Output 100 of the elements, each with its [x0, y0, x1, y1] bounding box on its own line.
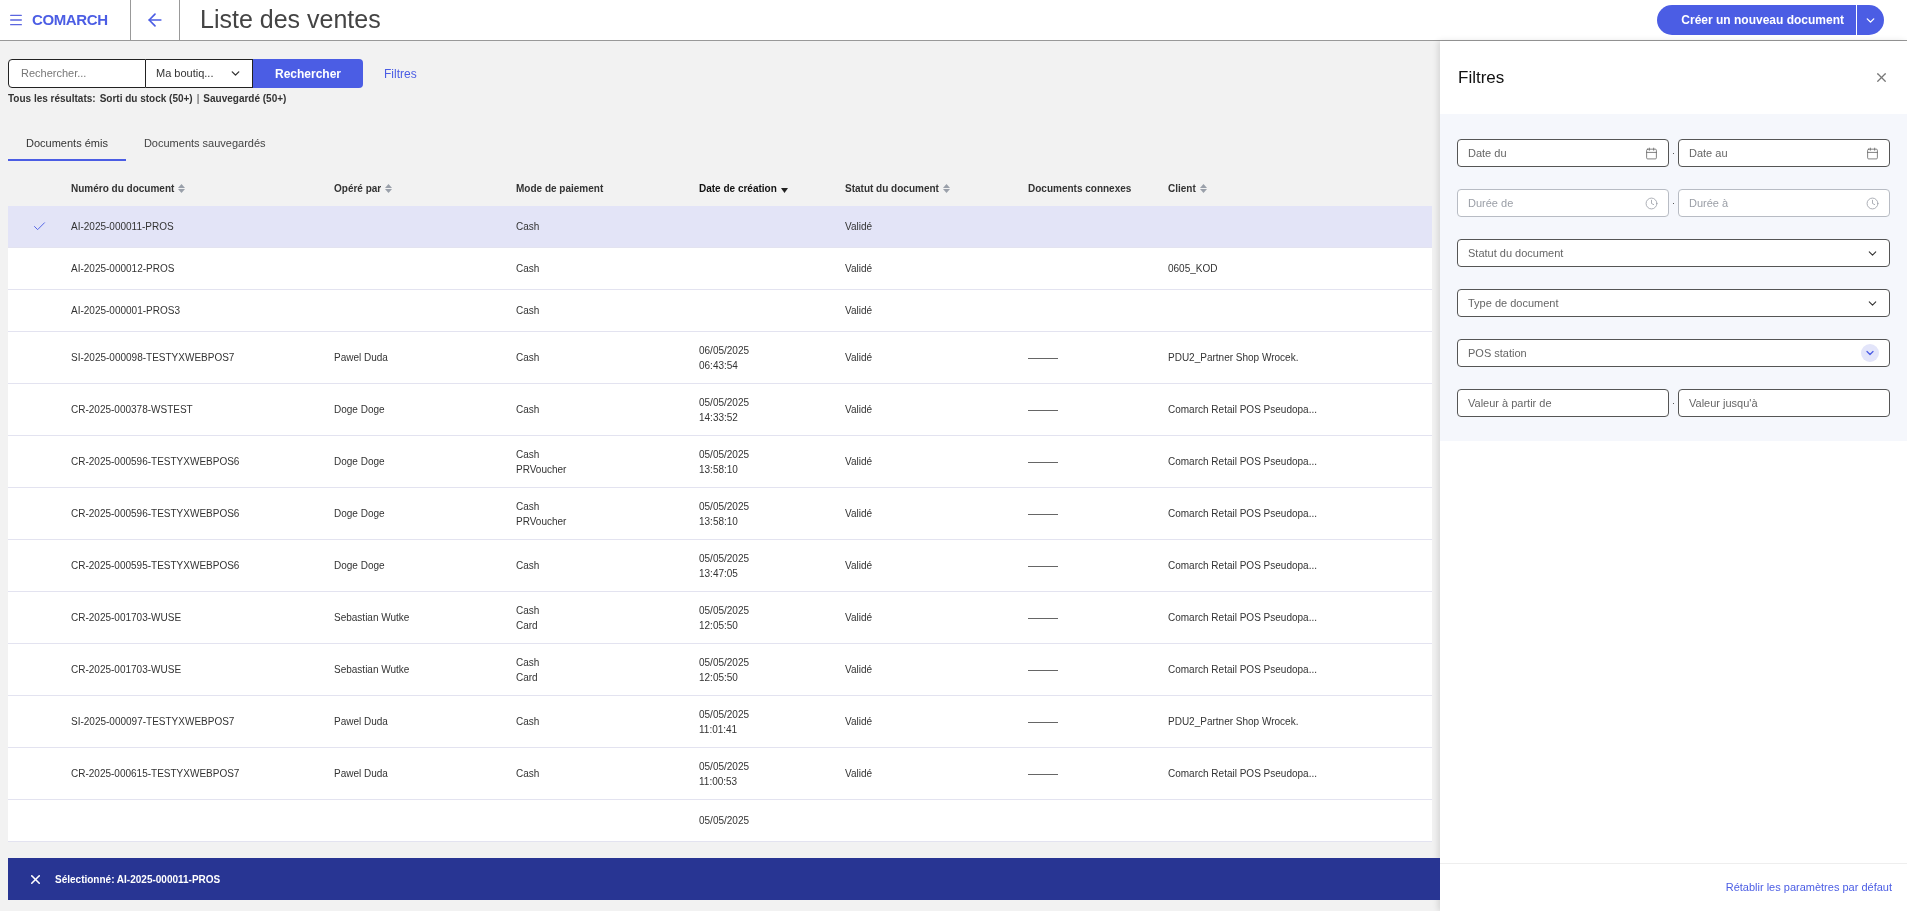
table-cell-text: CR-2025-000596-TESTYXWEBPOS6 — [71, 455, 241, 469]
table-cell-text: 05/05/2025 — [699, 814, 751, 828]
table-cell-text: PDU2_Partner Shop Wrocek. — [1168, 351, 1300, 365]
column-header[interactable]: Statut du document — [845, 180, 950, 196]
table-cell-text: Cash — [516, 403, 541, 417]
reset-defaults-link[interactable]: Rétablir les paramètres par défaut — [1725, 879, 1892, 896]
table-cell-text: Cash — [516, 715, 541, 729]
table-row[interactable]: AI-2025-000012-PROS Cash Validé 0605_KOD — [8, 248, 1432, 290]
table-cell-text: Validé — [845, 559, 874, 573]
table-cell-text: ——— — [1028, 663, 1059, 677]
table-row[interactable]: AI-2025-000001-PROS3 Cash Validé — [8, 290, 1432, 332]
menu-icon[interactable] — [8, 12, 24, 28]
table-cell-text: AI-2025-000011-PROS — [71, 220, 175, 234]
table-row[interactable]: CR-2025-000615-TESTYXWEBPOS7 Pawel Duda Cash 05/05/2025 11:00:53 Validé ——— Comarch Retail POS Pseudopa... — [8, 748, 1432, 800]
date-field[interactable]: Date du — [1457, 139, 1669, 167]
table-cell-text: 05/05/2025 12:05:50 — [699, 655, 751, 685]
calendar-icon — [1866, 146, 1879, 160]
table-cell-text: Pawel Duda — [334, 351, 389, 365]
table-cell-text: ——— — [1028, 455, 1059, 469]
chevron-down-icon — [1861, 344, 1879, 362]
table-cell-text: Validé — [845, 455, 874, 469]
table-row[interactable]: CR-2025-000595-TESTYXWEBPOS6 Doge Doge Cash 05/05/2025 13:47:05 Validé ——— Comarch Retail POS Pseudopa... — [8, 540, 1432, 592]
table-cell-text: Cash Card — [516, 655, 541, 685]
table-cell-text: Cash — [516, 767, 541, 781]
dropdown-button[interactable] — [1857, 5, 1884, 35]
search-field[interactable]: Rechercher... — [8, 59, 146, 88]
table-cell-text: Pawel Duda — [334, 767, 389, 781]
table-cell-text: 06/05/2025 06:43:54 — [699, 343, 751, 373]
table-cell-text: Comarch Retail POS Pseudopa... — [1168, 403, 1318, 417]
table-cell-text: Doge Doge — [334, 507, 386, 521]
table-row[interactable]: CR-2025-001703-WUSE Sebastian Wutke Cash Card 05/05/2025 12:05:50 Validé ——— Comarch Retail POS Pseudopa... — [8, 592, 1432, 644]
table-cell-text: Cash Card — [516, 603, 541, 633]
table-cell-text: Cash PRVoucher — [516, 499, 568, 529]
table-row[interactable]: SI-2025-000097-TESTYXWEBPOS7 Pawel Duda Cash 05/05/2025 11:01:41 Validé ——— PDU2_Partner Shop Wrocek. — [8, 696, 1432, 748]
close-icon[interactable] — [1874, 70, 1889, 85]
table-cell-text: 05/05/2025 14:33:52 — [699, 395, 751, 425]
table-cell-text: Pawel Duda — [334, 715, 389, 729]
table-cell-text: Validé — [845, 507, 874, 521]
tab[interactable]: Documents émis — [8, 128, 126, 161]
table-row[interactable]: SI-2025-000098-TESTYXWEBPOS7 Pawel Duda Cash 06/05/2025 06:43:54 Validé ——— PDU2_Partner Shop Wrocek. — [8, 332, 1432, 384]
table-cell-text: Validé — [845, 403, 874, 417]
table-row[interactable]: CR-2025-001703-WUSE Sebastian Wutke Cash Card 05/05/2025 12:05:50 Validé ——— Comarch Retail POS Pseudopa... — [8, 644, 1432, 696]
shop-select[interactable]: Ma boutiq... — [146, 59, 253, 88]
table-cell-text: SI-2025-000097-TESTYXWEBPOS7 — [71, 715, 236, 729]
search-button[interactable]: Rechercher — [253, 59, 363, 88]
results-label: Tous les résultats: — [8, 92, 96, 106]
table-cell-text: 05/05/2025 12:05:50 — [699, 603, 751, 633]
table-cell-text: Cash — [516, 220, 541, 234]
table-cell-text: Sebastian Wutke — [334, 663, 411, 677]
logo: COMARCH — [32, 9, 108, 30]
column-header[interactable]: Client — [1168, 180, 1207, 196]
table-cell-text: ——— — [1028, 559, 1059, 573]
table-cell-text: CR-2025-001703-WUSE — [71, 663, 183, 677]
filters-link[interactable]: Filtres — [384, 64, 417, 83]
date-field[interactable]: Date au — [1678, 139, 1890, 167]
separator: | — [196, 92, 200, 106]
table-row[interactable]: 05/05/2025 — [8, 800, 1432, 842]
table-cell-text: Validé — [845, 715, 874, 729]
table-row[interactable]: AI-2025-000011-PROS Cash Validé — [8, 206, 1432, 248]
column-header[interactable]: Numéro du document — [71, 180, 186, 196]
table-cell-text: SI-2025-000098-TESTYXWEBPOS7 — [71, 351, 236, 365]
stock-link[interactable]: Sorti du stock (50+) — [99, 91, 193, 106]
clock-icon — [1645, 196, 1658, 210]
table-cell-text: Doge Doge — [334, 559, 386, 573]
table-row[interactable]: CR-2025-000596-TESTYXWEBPOS6 Doge Doge Cash PRVoucher 05/05/2025 13:58:10 Validé ——— Comarch Retail POS Pseudopa... — [8, 488, 1432, 540]
table-cell-text: Comarch Retail POS Pseudopa... — [1168, 507, 1318, 521]
table-cell-text: Validé — [845, 767, 874, 781]
panel-title: Filtres — [1458, 66, 1505, 89]
select-field[interactable]: POS station — [1457, 339, 1890, 367]
table-cell-text: PDU2_Partner Shop Wrocek. — [1168, 715, 1300, 729]
table-cell-text: Comarch Retail POS Pseudopa... — [1168, 611, 1318, 625]
table-cell-text: CR-2025-000595-TESTYXWEBPOS6 — [71, 559, 241, 573]
tab[interactable]: Documents sauvegardés — [125, 128, 284, 161]
table-cell-text: Comarch Retail POS Pseudopa... — [1168, 559, 1318, 573]
table-cell-text: ——— — [1028, 715, 1059, 729]
calendar-icon — [1645, 146, 1658, 160]
selection-text: Sélectionné: AI-2025-000011-PROS — [55, 872, 221, 887]
table-cell-text: CR-2025-001703-WUSE — [71, 611, 183, 625]
table-cell-text: Validé — [845, 351, 874, 365]
page-title: Liste des ventes — [200, 4, 381, 36]
table-cell-text: ——— — [1028, 351, 1059, 365]
table-cell-text: Validé — [845, 663, 874, 677]
column-header[interactable]: Date de création — [699, 180, 788, 196]
table-cell-text: 05/05/2025 11:00:53 — [699, 759, 751, 789]
table-cell-text: 0605_KOD — [1168, 262, 1219, 276]
table-cell-text: 05/05/2025 13:47:05 — [699, 551, 751, 581]
table-row[interactable]: CR-2025-000378-WSTEST Doge Doge Cash 05/05/2025 14:33:52 Validé ——— Comarch Retail POS Pseudopa... — [8, 384, 1432, 436]
table-row[interactable]: CR-2025-000596-TESTYXWEBPOS6 Doge Doge Cash PRVoucher 05/05/2025 13:58:10 Validé ——— Comarch Retail POS Pseudopa... — [8, 436, 1432, 488]
select-field[interactable]: Type de document — [1457, 289, 1890, 317]
table-cell-text: 05/05/2025 13:58:10 — [699, 499, 751, 529]
input-field[interactable]: Valeur à partir de — [1457, 389, 1669, 417]
input-field[interactable]: Valeur jusqu'à — [1678, 389, 1890, 417]
table-cell-text: AI-2025-000012-PROS — [71, 262, 176, 276]
table-cell-text: ——— — [1028, 507, 1059, 521]
column-header[interactable]: Opéré par — [334, 180, 393, 196]
select-field[interactable]: Statut du document — [1457, 239, 1890, 267]
saved-link[interactable]: Sauvegardé (50+) — [203, 91, 287, 106]
table-cell-text: CR-2025-000596-TESTYXWEBPOS6 — [71, 507, 241, 521]
table-cell-text: Cash — [516, 262, 541, 276]
create-document-button[interactable]: Créer un nouveau document — [1657, 5, 1856, 35]
